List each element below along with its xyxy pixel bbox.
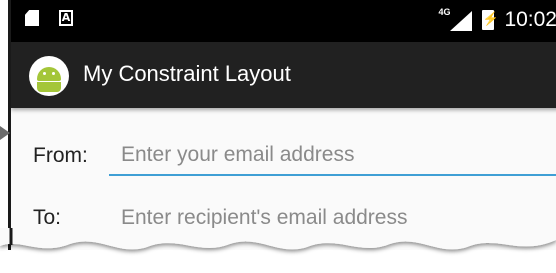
app-bar: My Constraint Layout	[11, 42, 556, 108]
a-notification-icon: A	[59, 10, 73, 26]
signal-strength-icon	[450, 11, 473, 31]
notification-icons: A	[25, 10, 73, 26]
pointer-arrow-icon	[0, 126, 10, 140]
android-logo-icon	[29, 56, 69, 96]
battery-icon	[482, 10, 495, 30]
system-status: 4G 10:02	[438, 7, 556, 32]
to-label: To:	[33, 206, 62, 229]
android-head	[37, 67, 61, 81]
android-body	[37, 82, 61, 92]
device-screen: A 4G 10:02 My Constraint Layout From: To…	[8, 0, 556, 250]
sd-card-icon	[25, 10, 39, 26]
from-label: From:	[33, 144, 88, 167]
signal-icon: 4G	[438, 7, 473, 31]
android-eye-right	[52, 72, 55, 75]
app-title: My Constraint Layout	[83, 61, 291, 86]
status-bar: A 4G 10:02	[11, 0, 556, 42]
torn-edge-decoration	[0, 228, 556, 250]
from-email-input[interactable]	[109, 136, 556, 176]
network-type: 4G	[438, 7, 451, 17]
android-eye-left	[43, 72, 46, 75]
status-time: 10:02	[504, 8, 556, 31]
